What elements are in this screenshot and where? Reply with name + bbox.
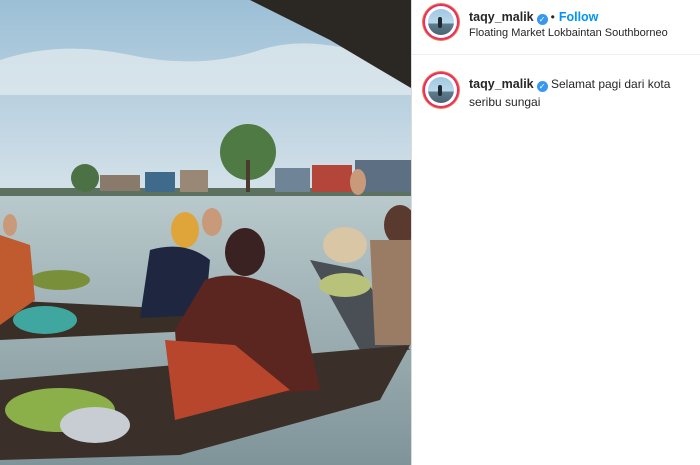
floating-market-photo	[0, 0, 411, 465]
post-location[interactable]: Floating Market Lokbaintan Southborneo	[469, 27, 668, 39]
post-photo[interactable]	[0, 0, 411, 465]
follow-button[interactable]: Follow	[559, 10, 599, 24]
post-header: taqy_malik ✓ • Follow Floating Market Lokba…	[412, 0, 700, 55]
author-username[interactable]: taqy_malik	[469, 10, 534, 24]
caption-text-block: taqy_malik ✓ Selamat pagi dari kota serib…	[469, 75, 679, 111]
caption-author-avatar[interactable]	[425, 74, 457, 106]
header-line: taqy_malik ✓ • Follow	[469, 8, 598, 26]
post-side-panel: taqy_malik ✓ • Follow Floating Market Lokba…	[412, 0, 700, 465]
verified-badge-icon: ✓	[536, 14, 548, 25]
avatar-figure	[438, 17, 442, 28]
separator-dot: •	[550, 10, 555, 24]
author-avatar[interactable]	[425, 6, 457, 38]
verified-badge-icon: ✓	[536, 81, 548, 92]
caption-username[interactable]: taqy_malik	[469, 77, 534, 91]
avatar-figure	[438, 85, 442, 96]
